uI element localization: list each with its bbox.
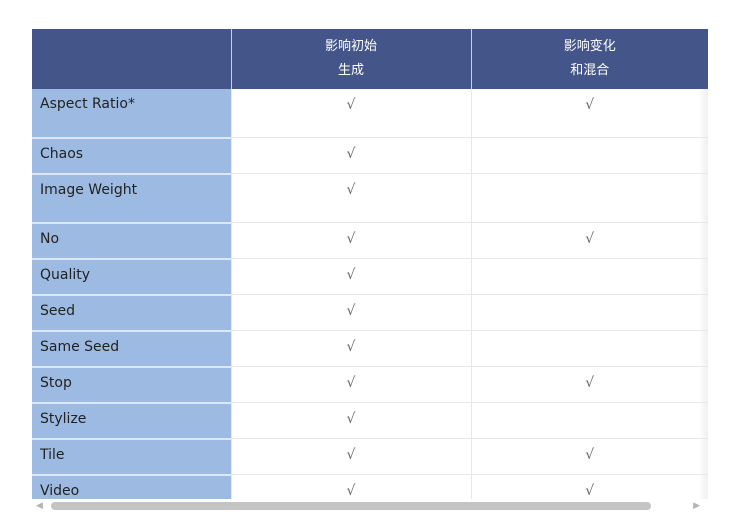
table-container: 影响初始 生成 影响变化 和混合 Aspect Ratio* √ √ Chaos √ Im…: [32, 29, 708, 499]
checkmark-icon: √: [585, 97, 595, 113]
checkmark-icon: √: [585, 375, 595, 391]
variation-remix-cell: [470, 258, 708, 295]
table-row: Seed √: [32, 293, 708, 331]
initial-generation-cell: √: [230, 366, 471, 403]
header-initial-generation: 影响初始 生成: [230, 29, 471, 89]
table-row: No √ √: [32, 221, 708, 259]
checkmark-icon: √: [346, 339, 356, 355]
table-row: Chaos √: [32, 136, 708, 174]
initial-generation-cell: √: [230, 330, 471, 367]
initial-generation-cell: √: [230, 402, 471, 439]
table-row: Quality √: [32, 257, 708, 295]
checkmark-icon: √: [585, 231, 595, 247]
parameter-name: Image Weight: [32, 172, 231, 223]
table-row: Same Seed √: [32, 329, 708, 367]
checkmark-icon: √: [346, 231, 356, 247]
checkmark-icon: √: [346, 267, 356, 283]
header-variation-line2: 和混合: [570, 63, 610, 78]
parameter-name: Stop: [32, 365, 231, 403]
checkmark-icon: √: [346, 182, 356, 198]
initial-generation-cell: √: [230, 258, 471, 295]
header-variation-remix: 影响变化 和混合: [470, 29, 708, 89]
initial-generation-cell: √: [230, 89, 471, 138]
initial-generation-cell: √: [230, 222, 471, 259]
parameter-name: Aspect Ratio*: [32, 89, 231, 138]
variation-remix-cell: [470, 137, 708, 174]
table-row: Image Weight √: [32, 172, 708, 223]
variation-remix-cell: √: [470, 89, 708, 138]
parameter-name: Chaos: [32, 136, 231, 174]
header-variation-line1: 影响变化: [563, 39, 616, 54]
variation-remix-cell: √: [470, 366, 708, 403]
initial-generation-cell: √: [230, 137, 471, 174]
parameter-name: Seed: [32, 293, 231, 331]
parameter-name: No: [32, 221, 231, 259]
variation-remix-cell: [470, 294, 708, 331]
parameter-name: Quality: [32, 257, 231, 295]
variation-remix-cell: √: [470, 438, 708, 475]
parameter-name: Tile: [32, 437, 231, 475]
initial-generation-cell: √: [230, 173, 471, 223]
initial-generation-cell: √: [230, 294, 471, 331]
parameter-name: Same Seed: [32, 329, 231, 367]
parameter-name: Video: [32, 473, 231, 499]
header-parameter: [32, 29, 231, 89]
table-header-row: 影响初始 生成 影响变化 和混合: [32, 29, 708, 89]
table-row: Tile √ √: [32, 437, 708, 475]
initial-generation-cell: √: [230, 474, 471, 499]
scroll-right-arrow-icon[interactable]: ▶: [693, 501, 700, 511]
checkmark-icon: √: [346, 97, 356, 113]
checkmark-icon: √: [346, 483, 356, 499]
checkmark-icon: √: [346, 375, 356, 391]
table-body: Aspect Ratio* √ √ Chaos √ Image Weight √ No √ √ Qu…: [32, 89, 708, 499]
scrollbar-thumb[interactable]: [51, 502, 651, 510]
checkmark-icon: √: [346, 447, 356, 463]
parameter-name: Stylize: [32, 401, 231, 439]
variation-remix-cell: [470, 330, 708, 367]
horizontal-scrollbar[interactable]: ◀ ▶: [32, 499, 708, 513]
variation-remix-cell: √: [470, 474, 708, 499]
checkmark-icon: √: [346, 411, 356, 427]
table-row: Video √ √: [32, 473, 708, 499]
table-row: Aspect Ratio* √ √: [32, 89, 708, 138]
checkmark-icon: √: [346, 146, 356, 162]
variation-remix-cell: [470, 173, 708, 223]
checkmark-icon: √: [585, 483, 595, 499]
header-initial-line2: 生成: [337, 63, 364, 78]
checkmark-icon: √: [346, 303, 356, 319]
variation-remix-cell: [470, 402, 708, 439]
scroll-left-arrow-icon[interactable]: ◀: [36, 501, 43, 511]
table-row: Stylize √: [32, 401, 708, 439]
variation-remix-cell: √: [470, 222, 708, 259]
initial-generation-cell: √: [230, 438, 471, 475]
checkmark-icon: √: [585, 447, 595, 463]
parameters-comparison-table: 影响初始 生成 影响变化 和混合 Aspect Ratio* √ √ Chaos √ Im…: [32, 29, 708, 499]
table-row: Stop √ √: [32, 365, 708, 403]
header-initial-line1: 影响初始: [324, 39, 377, 54]
